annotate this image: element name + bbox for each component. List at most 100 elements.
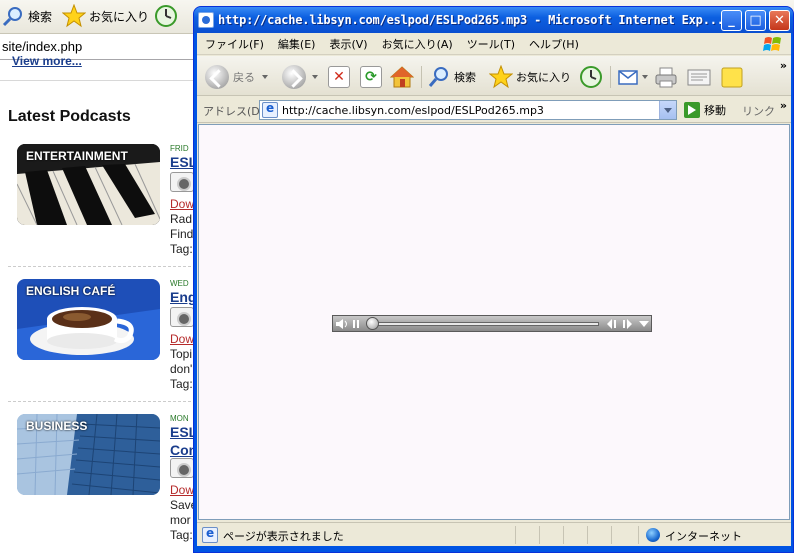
download-link[interactable]: Dow <box>170 332 194 346</box>
title-bar[interactable]: http://cache.libsyn.com/eslpod/ESLPod265… <box>194 7 793 33</box>
menu-file[interactable]: ファイル(F) <box>197 36 271 52</box>
menu-view[interactable]: 表示(V) <box>322 36 374 52</box>
mail-button[interactable] <box>617 64 648 90</box>
chevron-down-icon <box>642 75 648 79</box>
print-button[interactable] <box>654 64 678 90</box>
address-url: http://cache.libsyn.com/eslpod/ESLPod265… <box>282 103 544 117</box>
address-label: アドレス(D) <box>203 105 265 118</box>
minimize-button[interactable]: _ <box>721 10 742 31</box>
toolbar-separator <box>421 66 422 88</box>
forward-button[interactable] <box>282 64 318 90</box>
podcast-separator <box>8 401 196 402</box>
address-dropdown-button[interactable] <box>659 101 676 119</box>
podcast-category: ENTERTAINMENT <box>26 149 128 163</box>
podcast-thumbnail-coffee[interactable]: ENGLISH CAFÉ <box>17 279 160 360</box>
windows-logo-icon <box>763 37 781 51</box>
refresh-icon: ⟳ <box>360 66 382 88</box>
search-icon <box>428 67 448 87</box>
edit-button[interactable] <box>686 64 712 90</box>
search-label: 検索 <box>454 71 476 84</box>
menu-help[interactable]: ヘルプ(H) <box>522 36 586 52</box>
podcast-description: Rad <box>170 212 193 226</box>
back-label: 戻る <box>233 71 255 84</box>
download-link[interactable]: Dow <box>170 197 194 211</box>
speaker-icon[interactable] <box>170 172 194 192</box>
download-link[interactable]: Dow <box>170 483 194 497</box>
go-label: 移動 <box>704 104 726 117</box>
status-divider <box>563 526 564 544</box>
podcast-thumbnail-piano[interactable]: ENTERTAINMENT <box>17 144 160 225</box>
podcast-day: MON <box>170 414 189 423</box>
standard-toolbar: 戻る ✕ ⟳ 検索 お気に入り » <box>197 56 791 96</box>
back-button[interactable]: 戻る <box>205 64 268 90</box>
podcast-item: BUSINESS MON ESL Com Dow Save mor Tag: <box>0 414 201 549</box>
podcast-tags: Tag: <box>170 377 193 391</box>
ie-page-icon <box>202 526 218 543</box>
bg-favorites-button[interactable]: お気に入り <box>62 4 150 28</box>
bg-history-button[interactable] <box>154 5 178 27</box>
view-more-link[interactable]: View more... <box>12 54 82 68</box>
back-arrow-icon <box>205 65 229 89</box>
printer-icon <box>655 67 677 88</box>
stop-button[interactable]: ✕ <box>328 64 350 90</box>
status-divider <box>539 526 540 544</box>
menu-tools[interactable]: ツール(T) <box>460 36 522 52</box>
divider <box>0 80 196 81</box>
links-label[interactable]: リンク <box>742 103 775 119</box>
podcast-thumbnail-building[interactable]: BUSINESS <box>17 414 160 495</box>
bg-favorites-label: お気に入り <box>89 9 150 24</box>
volume-icon[interactable] <box>336 319 348 329</box>
page-content <box>198 124 790 520</box>
window-client: ファイル(F) 編集(E) 表示(V) お気に入り(A) ツール(T) ヘルプ(… <box>197 33 791 546</box>
podcast-item: ENGLISH CAFÉ WED Eng Dow Topi don' Tag: <box>0 279 196 414</box>
refresh-button[interactable]: ⟳ <box>360 64 382 90</box>
ie-page-icon <box>262 101 278 118</box>
sticky-note-icon <box>721 67 743 88</box>
ie-window: http://cache.libsyn.com/eslpod/ESLPod265… <box>193 6 794 553</box>
home-icon <box>390 66 414 88</box>
seek-bar[interactable] <box>369 322 599 326</box>
address-input[interactable]: http://cache.libsyn.com/eslpod/ESLPod265… <box>259 100 677 120</box>
speaker-icon[interactable] <box>170 307 194 327</box>
go-button[interactable]: 移動 <box>684 101 726 119</box>
note-button[interactable] <box>720 64 744 90</box>
status-text: ページが表示されました <box>223 530 344 543</box>
menu-favorites[interactable]: お気に入り(A) <box>375 36 460 52</box>
search-button[interactable]: 検索 <box>427 64 476 90</box>
rewind-icon[interactable] <box>607 319 617 329</box>
home-button[interactable] <box>390 64 414 90</box>
podcast-category: BUSINESS <box>26 419 88 433</box>
podcast-category: ENGLISH CAFÉ <box>26 284 116 298</box>
window-title: http://cache.libsyn.com/eslpod/ESLPod265… <box>218 13 724 27</box>
bg-page-content: View more... Latest Podcasts ENTERTAINME… <box>0 54 201 553</box>
status-divider <box>515 526 516 544</box>
stop-icon: ✕ <box>328 66 350 88</box>
star-icon <box>489 65 513 89</box>
star-icon <box>62 4 86 28</box>
podcast-item: ENTERTAINMENT FRID ESL Dow Rad Find Tag: <box>0 144 197 279</box>
chevron-down-icon[interactable] <box>639 319 649 329</box>
history-button[interactable] <box>579 64 603 90</box>
seek-thumb[interactable] <box>366 317 379 330</box>
history-icon <box>155 5 177 27</box>
podcast-description: Find <box>170 227 194 241</box>
history-icon <box>580 66 602 88</box>
close-button[interactable]: ✕ <box>769 10 790 31</box>
toolbar-separator <box>610 66 611 88</box>
podcast-tags: Tag: <box>170 528 193 542</box>
favorites-button[interactable]: お気に入り <box>489 64 571 90</box>
podcast-description: Topi <box>170 347 193 361</box>
menu-bar: ファイル(F) 編集(E) 表示(V) お気に入り(A) ツール(T) ヘルプ(… <box>197 33 791 55</box>
podcast-description: mor <box>170 513 191 527</box>
menu-edit[interactable]: 編集(E) <box>271 36 323 52</box>
fast-forward-icon[interactable] <box>623 319 633 329</box>
toolbar-more-chevron[interactable]: » <box>780 59 787 72</box>
address-more-chevron[interactable]: » <box>780 99 787 112</box>
maximize-button[interactable]: □ <box>745 10 766 31</box>
bg-search-button[interactable]: 検索 <box>2 5 52 27</box>
pause-icon[interactable] <box>353 319 361 329</box>
speaker-icon[interactable] <box>170 458 194 478</box>
status-bar: ページが表示されました インターネット <box>197 522 791 546</box>
media-player <box>332 315 652 332</box>
status-divider <box>587 526 588 544</box>
